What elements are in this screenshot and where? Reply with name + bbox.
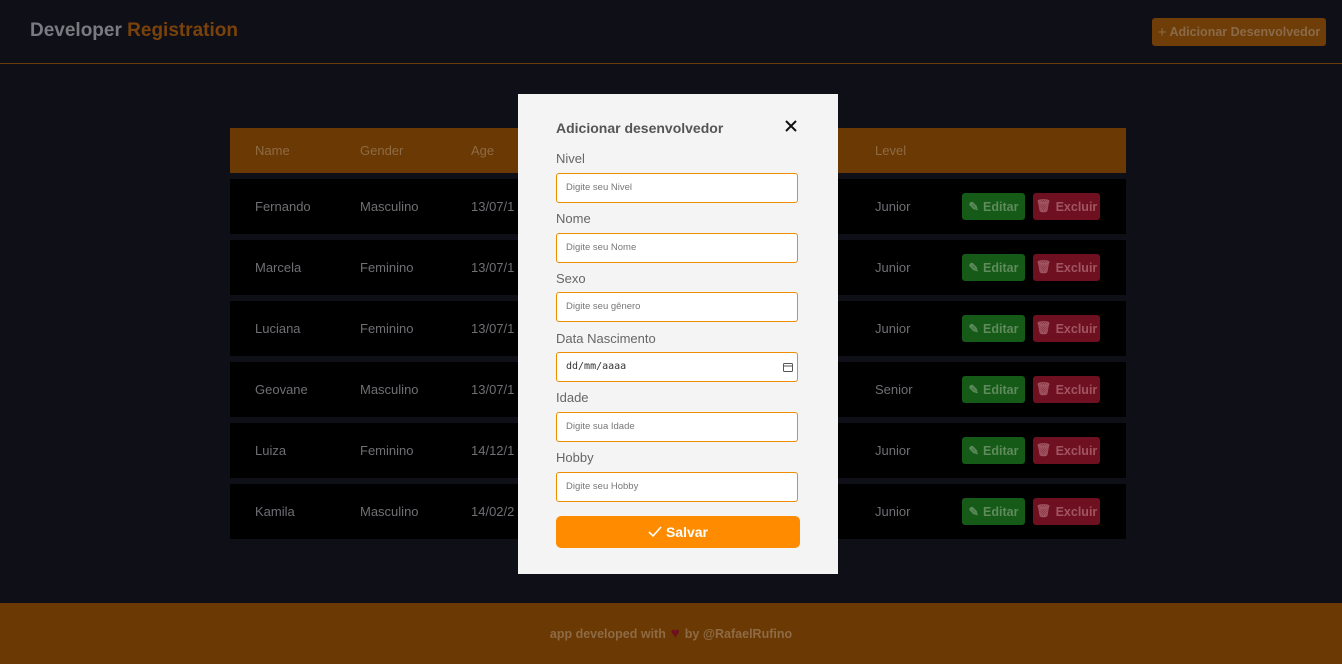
row-level: Junior <box>875 504 911 519</box>
delete-label: Excluir <box>1055 199 1098 214</box>
column-header-gender: Gender <box>360 143 404 158</box>
pencil-icon: ✎ <box>968 444 980 458</box>
app-title: Developer Registration <box>30 20 238 42</box>
delete-button[interactable]: 🗑 Excluir <box>1033 254 1100 281</box>
birthdate-input[interactable]: dd/mm/aaaa <box>556 352 798 382</box>
column-header-name: Name <box>255 143 290 158</box>
edit-label: Editar <box>983 260 1019 275</box>
pencil-icon: ✎ <box>968 200 980 214</box>
delete-button[interactable]: 🗑 Excluir <box>1033 437 1100 464</box>
row-name: Kamila <box>255 504 295 519</box>
row-age: 13/07/1 <box>471 382 515 397</box>
delete-label: Excluir <box>1055 382 1098 397</box>
trash-icon: 🗑 <box>1035 199 1052 213</box>
row-level: Junior <box>875 260 911 275</box>
edit-button[interactable]: ✎ Editar <box>962 315 1025 342</box>
delete-label: Excluir <box>1055 443 1098 458</box>
heart-icon: ♥ <box>670 625 680 642</box>
trash-icon: 🗑 <box>1035 504 1052 518</box>
row-age: 13/07/1 <box>471 260 515 275</box>
check-icon <box>648 526 662 538</box>
pencil-icon: ✎ <box>968 322 980 336</box>
footer-text-before: app developed with <box>549 626 666 641</box>
row-gender: Masculino <box>360 504 419 519</box>
row-age: 14/12/1 <box>471 443 515 458</box>
row-name: Fernando <box>255 199 311 214</box>
trash-icon: 🗑 <box>1035 443 1052 457</box>
row-age: 13/07/1 <box>471 199 515 214</box>
trash-icon: 🗑 <box>1035 260 1052 274</box>
delete-label: Excluir <box>1055 260 1098 275</box>
row-gender: Masculino <box>360 382 419 397</box>
footer: app developed with ♥ by @RafaelRufino <box>0 603 1342 664</box>
level-input[interactable]: Digite seu Nivel <box>556 173 798 203</box>
save-label: Salvar <box>665 524 709 540</box>
close-icon[interactable] <box>783 118 799 134</box>
row-gender: Masculino <box>360 199 419 214</box>
edit-label: Editar <box>983 321 1019 336</box>
add-developer-button[interactable]: + Adicionar Desenvolvedor <box>1152 18 1326 46</box>
row-age: 13/07/1 <box>471 321 515 336</box>
app-title-part1: Developer <box>30 20 122 41</box>
pencil-icon: ✎ <box>968 261 980 275</box>
plus-icon: + <box>1157 23 1167 41</box>
footer-text-after: by @RafaelRufino <box>684 626 793 641</box>
gender-label: Sexo <box>556 271 586 286</box>
edit-button[interactable]: ✎ Editar <box>962 376 1025 403</box>
hobby-input[interactable]: Digite seu Hobby <box>556 472 798 502</box>
delete-label: Excluir <box>1055 504 1098 519</box>
modal-title: Adicionar desenvolvedor <box>556 120 724 136</box>
row-gender: Feminino <box>360 443 414 458</box>
add-developer-label: Adicionar Desenvolvedor <box>1169 25 1321 39</box>
save-button[interactable]: Salvar <box>556 516 800 548</box>
add-developer-modal: Adicionar desenvolvedor Nivel Digite seu… <box>518 94 838 574</box>
column-header-age: Age <box>471 143 495 158</box>
birthdate-label: Data Nascimento <box>556 331 656 346</box>
calendar-icon[interactable] <box>783 362 793 372</box>
level-label: Nivel <box>556 151 585 166</box>
row-name: Luciana <box>255 321 301 336</box>
column-header-level: Level <box>875 143 907 158</box>
trash-icon: 🗑 <box>1035 382 1052 396</box>
app-title-part2: Registration <box>127 20 239 41</box>
trash-icon: 🗑 <box>1035 321 1052 335</box>
gender-input[interactable]: Digite seu gênero <box>556 292 798 322</box>
age-label: Idade <box>556 390 589 405</box>
edit-label: Editar <box>983 382 1019 397</box>
edit-label: Editar <box>983 199 1019 214</box>
row-name: Geovane <box>255 382 308 397</box>
row-level: Junior <box>875 199 911 214</box>
edit-label: Editar <box>983 443 1019 458</box>
delete-button[interactable]: 🗑 Excluir <box>1033 315 1100 342</box>
hobby-label: Hobby <box>556 450 594 465</box>
top-header: Developer Registration + Adicionar Desen… <box>0 0 1342 64</box>
pencil-icon: ✎ <box>968 505 980 519</box>
delete-button[interactable]: 🗑 Excluir <box>1033 376 1100 403</box>
edit-button[interactable]: ✎ Editar <box>962 193 1025 220</box>
row-level: Junior <box>875 443 911 458</box>
row-name: Marcela <box>255 260 302 275</box>
birthdate-placeholder: dd/mm/aaaa <box>566 361 627 372</box>
row-level: Junior <box>875 321 911 336</box>
name-input[interactable]: Digite seu Nome <box>556 233 798 263</box>
delete-button[interactable]: 🗑 Excluir <box>1033 498 1100 525</box>
age-input[interactable]: Digite sua Idade <box>556 412 798 442</box>
row-level: Senior <box>875 382 913 397</box>
delete-button[interactable]: 🗑 Excluir <box>1033 193 1100 220</box>
edit-label: Editar <box>983 504 1019 519</box>
edit-button[interactable]: ✎ Editar <box>962 437 1025 464</box>
row-name: Luiza <box>255 443 287 458</box>
delete-label: Excluir <box>1055 321 1098 336</box>
edit-button[interactable]: ✎ Editar <box>962 254 1025 281</box>
name-label: Nome <box>556 211 591 226</box>
row-gender: Feminino <box>360 260 414 275</box>
pencil-icon: ✎ <box>968 383 980 397</box>
edit-button[interactable]: ✎ Editar <box>962 498 1025 525</box>
row-gender: Feminino <box>360 321 414 336</box>
row-age: 14/02/2 <box>471 504 515 519</box>
